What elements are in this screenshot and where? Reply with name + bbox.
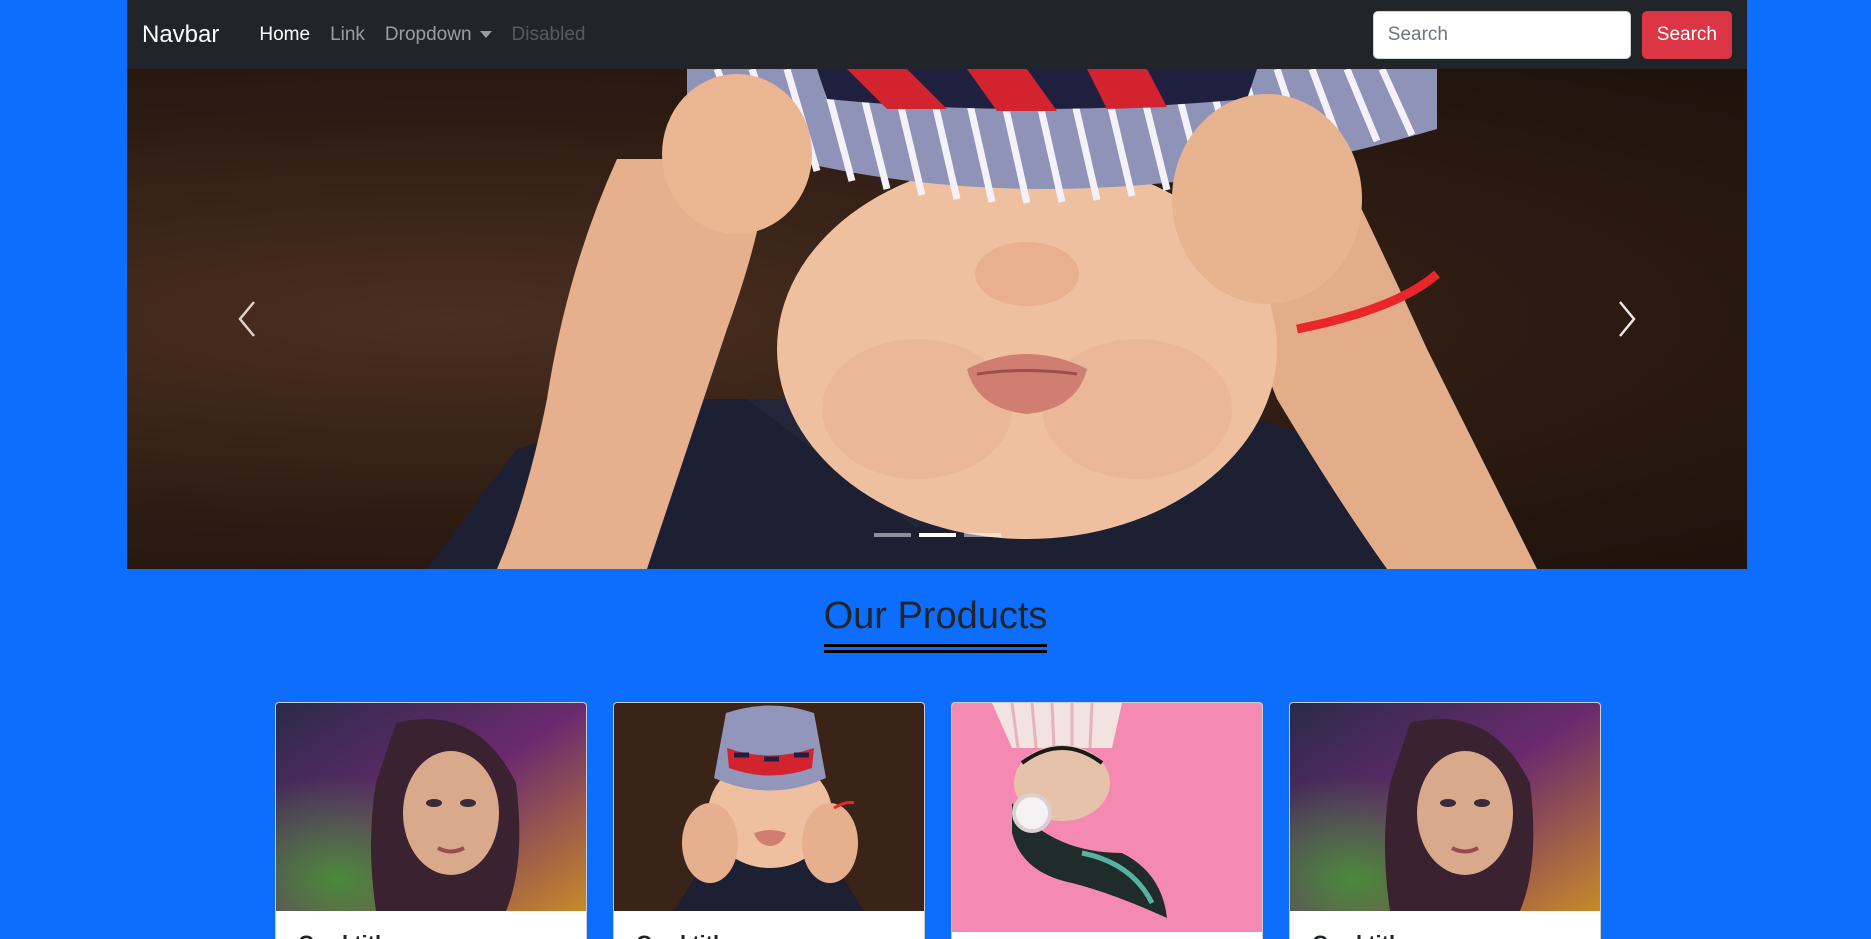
- card-title: Card title: [298, 931, 564, 939]
- carousel-slide-image: [127, 69, 1747, 569]
- nav-link-home[interactable]: Home: [249, 24, 320, 46]
- card-body: [952, 932, 1262, 939]
- products-heading-wrap: Our Products: [0, 595, 1871, 653]
- carousel-indicators: [127, 533, 1747, 537]
- card-image-baby-hat: [614, 703, 924, 911]
- product-card[interactable]: Card title: [613, 702, 925, 939]
- search-button[interactable]: Search: [1641, 10, 1732, 59]
- page-container: Navbar Home Link Dropdown Disabled Searc…: [127, 0, 1747, 569]
- chevron-right-icon: [1619, 301, 1636, 337]
- nav-link-disabled: Disabled: [511, 23, 586, 45]
- card-body: Card title: [614, 911, 924, 939]
- search-input[interactable]: [1372, 10, 1631, 59]
- card-body: Card title: [1290, 911, 1600, 939]
- product-card[interactable]: [951, 702, 1263, 939]
- baby-in-hat-photo: [427, 69, 1537, 569]
- carousel-indicator-1[interactable]: [873, 533, 911, 537]
- carousel-indicator-3[interactable]: [963, 533, 1001, 537]
- product-card[interactable]: Card title: [275, 702, 587, 939]
- nav-link-dropdown[interactable]: Dropdown: [375, 24, 502, 46]
- hero-carousel: [127, 69, 1747, 569]
- product-cards: Card title Card title: [275, 702, 1601, 939]
- carousel-prev-button[interactable]: [127, 69, 367, 569]
- card-image-woman-portrait: [276, 703, 586, 911]
- navbar-brand[interactable]: Navbar: [142, 21, 219, 49]
- nav-link-link[interactable]: Link: [320, 24, 375, 46]
- dropdown-label: Dropdown: [384, 23, 472, 45]
- search-form: Search: [1372, 10, 1732, 59]
- carousel-next-button[interactable]: [1507, 69, 1747, 569]
- card-body: Card title: [276, 911, 586, 939]
- navbar: Navbar Home Link Dropdown Disabled Searc…: [127, 0, 1747, 69]
- card-title: Card title: [1312, 931, 1578, 939]
- card-image-woman-portrait: [1290, 703, 1600, 911]
- product-card[interactable]: Card title: [1289, 702, 1601, 939]
- carousel-indicator-2[interactable]: [918, 533, 956, 537]
- section-title: Our Products: [823, 595, 1048, 653]
- nav-links: Home Link Dropdown Disabled: [249, 24, 595, 46]
- chevron-left-icon: [238, 301, 255, 337]
- caret-down-icon: [479, 31, 492, 38]
- card-image-headphones-girl: [952, 703, 1262, 932]
- card-title: Card title: [636, 931, 902, 939]
